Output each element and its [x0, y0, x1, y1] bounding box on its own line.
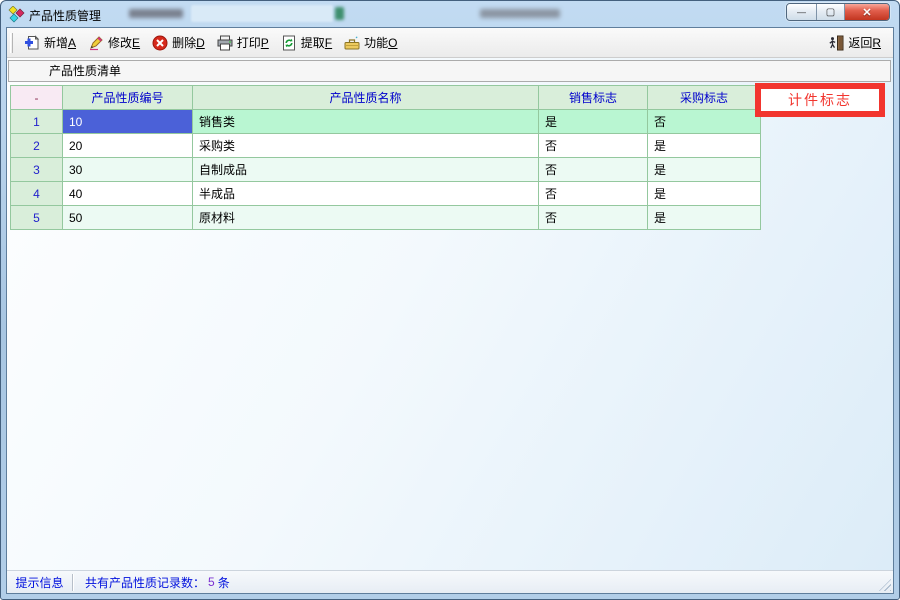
sale-flag-cell[interactable]: 否 — [539, 206, 648, 230]
col-header-code[interactable]: 产品性质编号 — [63, 86, 193, 110]
name-cell[interactable]: 采购类 — [193, 134, 539, 158]
code-cell-selected[interactable]: 10 — [63, 110, 193, 134]
add-document-icon — [24, 35, 40, 51]
col-header-name[interactable]: 产品性质名称 — [193, 86, 539, 110]
name-cell[interactable]: 自制成品 — [193, 158, 539, 182]
panel-header: 产品性质清单 — [8, 60, 891, 82]
redacted-text — [480, 9, 560, 18]
purchase-flag-cell[interactable]: 否 — [648, 110, 761, 134]
add-button[interactable]: 新增A — [18, 31, 82, 54]
table-row: 2 20 采购类 否 是 — [11, 134, 761, 158]
extract-button[interactable]: 提取F — [275, 31, 338, 54]
row-number-cell[interactable]: 4 — [11, 182, 63, 206]
function-tool-icon — [344, 35, 360, 51]
window-controls: — ▢ ✕ — [786, 3, 890, 21]
col-header-purchase-flag[interactable]: 采购标志 — [648, 86, 761, 110]
client-area: 产品性质清单 - 产品性质编号 产品性质名称 销售标志 采购标志 — [7, 58, 893, 570]
redacted-text — [129, 9, 183, 18]
window-body: 新增A 修改E 删除D — [6, 27, 894, 594]
table-row: 5 50 原材料 否 是 — [11, 206, 761, 230]
row-number-cell[interactable]: 3 — [11, 158, 63, 182]
sale-flag-cell[interactable]: 是 — [539, 110, 648, 134]
edit-pencil-icon — [88, 35, 104, 51]
delete-icon — [152, 35, 168, 51]
window-title: 产品性质管理 — [29, 7, 101, 24]
name-cell[interactable]: 原材料 — [193, 206, 539, 230]
resize-grip[interactable] — [879, 579, 891, 591]
sale-flag-cell[interactable]: 否 — [539, 134, 648, 158]
row-number-cell[interactable]: 5 — [11, 206, 63, 230]
table-row: 1 10 销售类 是 否 — [11, 110, 761, 134]
toolbar-gripper — [10, 33, 13, 53]
function-button[interactable]: 功能O — [338, 31, 403, 54]
table-row: 4 40 半成品 否 是 — [11, 182, 761, 206]
code-cell[interactable]: 50 — [63, 206, 193, 230]
code-cell[interactable]: 30 — [63, 158, 193, 182]
row-number-cell[interactable]: 2 — [11, 134, 63, 158]
name-cell[interactable]: 半成品 — [193, 182, 539, 206]
product-nature-table: - 产品性质编号 产品性质名称 销售标志 采购标志 1 10 销售类 是 否 — [10, 85, 761, 230]
annotation-label: 计件标志 — [788, 90, 852, 110]
col-header-rownum[interactable]: - — [11, 86, 63, 110]
code-cell[interactable]: 20 — [63, 134, 193, 158]
titlebar: 产品性质管理 — ▢ ✕ — [1, 1, 899, 27]
edit-button[interactable]: 修改E — [82, 31, 146, 54]
extract-refresh-icon — [281, 35, 297, 51]
purchase-flag-cell[interactable]: 是 — [648, 158, 761, 182]
panel-title: 产品性质清单 — [49, 64, 121, 78]
toolbar: 新增A 修改E 删除D — [7, 28, 893, 58]
col-header-sale-flag[interactable]: 销售标志 — [539, 86, 648, 110]
table-header-row: - 产品性质编号 产品性质名称 销售标志 采购标志 — [11, 86, 761, 110]
purchase-flag-cell[interactable]: 是 — [648, 182, 761, 206]
record-count-unit: 条 — [218, 574, 230, 591]
purchase-flag-cell[interactable]: 是 — [648, 206, 761, 230]
redacted-input — [191, 5, 333, 22]
sale-flag-cell[interactable]: 否 — [539, 158, 648, 182]
printer-icon — [217, 35, 233, 51]
minimize-button[interactable]: — — [787, 4, 817, 20]
record-count-prefix: 共有产品性质记录数： — [85, 574, 205, 591]
status-panel-hint: 提示信息 — [7, 574, 73, 591]
redacted-icon — [335, 7, 344, 20]
delete-button[interactable]: 删除D — [146, 31, 211, 54]
return-button[interactable]: 返回R — [822, 31, 887, 54]
status-bar: 提示信息 共有产品性质记录数： 5 条 — [7, 570, 893, 593]
code-cell[interactable]: 40 — [63, 182, 193, 206]
annotation-highlight-box: 计件标志 — [755, 83, 885, 117]
maximize-button[interactable]: ▢ — [817, 4, 845, 20]
close-button[interactable]: ✕ — [845, 4, 889, 20]
row-number-cell[interactable]: 1 — [11, 110, 63, 134]
status-message: 共有产品性质记录数： 5 条 — [73, 574, 230, 591]
sale-flag-cell[interactable]: 否 — [539, 182, 648, 206]
record-count-value: 5 — [208, 575, 215, 589]
app-window: 产品性质管理 — ▢ ✕ 新增A — [0, 0, 900, 600]
exit-door-icon — [828, 35, 844, 51]
purchase-flag-cell[interactable]: 是 — [648, 134, 761, 158]
print-button[interactable]: 打印P — [211, 31, 275, 54]
table-row: 3 30 自制成品 否 是 — [11, 158, 761, 182]
name-cell[interactable]: 销售类 — [193, 110, 539, 134]
app-icon — [8, 6, 25, 23]
